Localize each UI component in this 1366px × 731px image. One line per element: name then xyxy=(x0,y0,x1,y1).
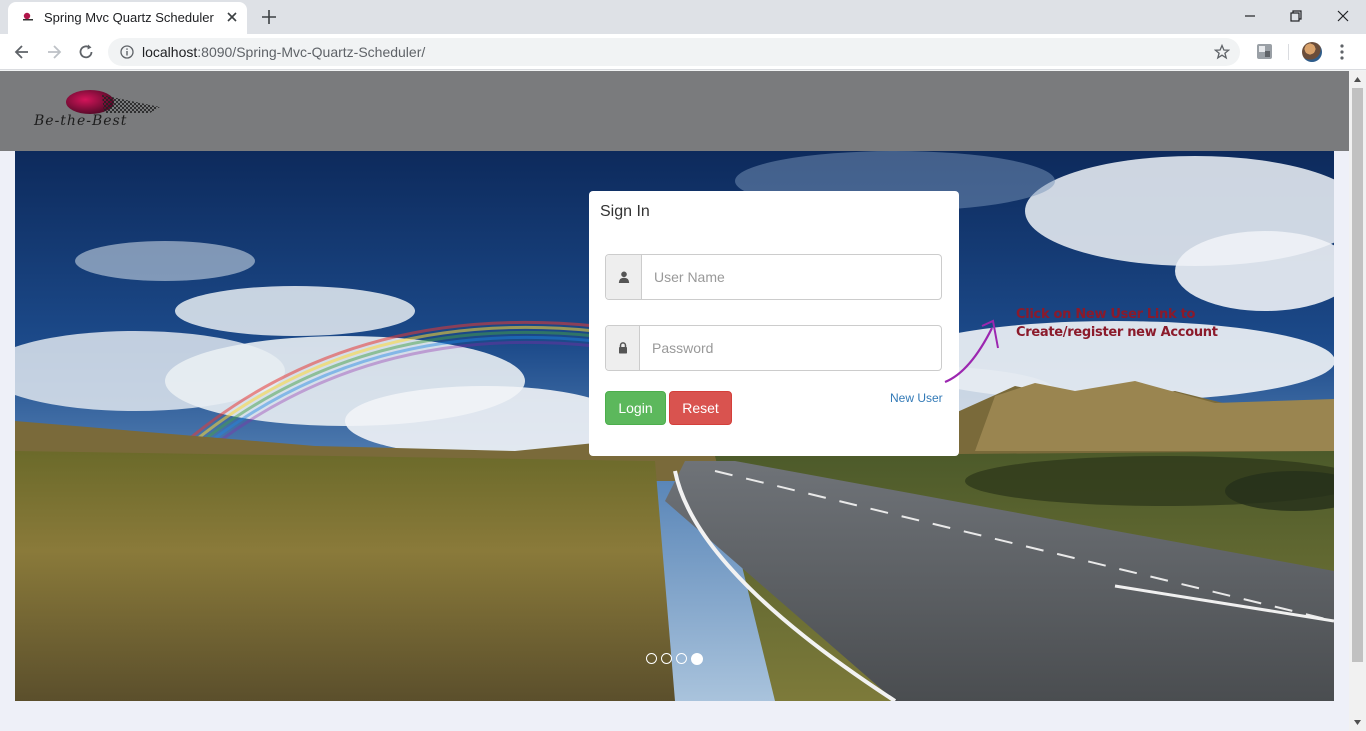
reset-button[interactable]: Reset xyxy=(669,391,732,425)
bookmark-star-icon[interactable] xyxy=(1214,44,1230,60)
user-icon xyxy=(618,271,629,283)
sign-in-panel: Sign In Login Reset New User xyxy=(589,191,959,456)
site-logo[interactable]: Be-the-Best xyxy=(32,89,192,129)
carousel-dot-4[interactable] xyxy=(691,653,703,665)
browser-tabstrip: Spring Mvc Quartz Scheduler xyxy=(0,0,1366,34)
lock-icon xyxy=(618,342,627,354)
close-window-icon[interactable] xyxy=(1333,6,1353,26)
site-header: Be-the-Best xyxy=(0,71,1349,151)
page-scrollbar[interactable] xyxy=(1349,71,1366,731)
browser-toolbar: localhost:8090/Spring-Mvc-Quartz-Schedul… xyxy=(0,34,1366,70)
carousel-dot-3[interactable] xyxy=(676,653,687,664)
carousel-indicators xyxy=(646,653,703,667)
new-user-link[interactable]: New User xyxy=(890,391,943,405)
extension-icon[interactable] xyxy=(1256,43,1273,60)
panel-title: Sign In xyxy=(600,203,650,220)
scroll-thumb[interactable] xyxy=(1352,88,1363,662)
scroll-up-icon[interactable] xyxy=(1353,75,1362,84)
new-tab-icon[interactable] xyxy=(260,8,278,26)
site-info-icon[interactable] xyxy=(120,45,134,59)
logo-text: Be-the-Best xyxy=(34,113,128,129)
browser-menu-icon[interactable] xyxy=(1334,42,1350,62)
minimize-icon[interactable] xyxy=(1240,6,1260,26)
user-addon xyxy=(606,255,642,299)
page-viewport: Be-the-Best Sign In User Name Login Rese… xyxy=(0,71,1349,731)
password-group xyxy=(605,325,942,371)
annotation-arrow-icon xyxy=(944,319,999,384)
login-button[interactable]: Login xyxy=(605,391,666,425)
address-bar[interactable]: localhost:8090/Spring-Mvc-Quartz-Schedul… xyxy=(108,38,1240,66)
browser-tab[interactable]: Spring Mvc Quartz Scheduler xyxy=(8,2,247,34)
help-annotation: Click on New User Link to Create/registe… xyxy=(1016,306,1218,342)
close-tab-icon[interactable] xyxy=(224,9,240,25)
tab-title: Spring Mvc Quartz Scheduler xyxy=(44,10,214,25)
carousel-dot-1[interactable] xyxy=(646,653,657,664)
password-input[interactable] xyxy=(640,326,941,370)
annotation-line-2: Create/register new Account xyxy=(1016,325,1218,340)
site-favicon-icon xyxy=(23,12,33,21)
password-addon xyxy=(606,326,640,370)
carousel-dot-2[interactable] xyxy=(661,653,672,664)
scroll-down-icon[interactable] xyxy=(1353,718,1362,727)
restore-icon[interactable] xyxy=(1286,6,1306,26)
reload-icon[interactable] xyxy=(76,42,96,62)
toolbar-separator xyxy=(1288,44,1289,60)
back-icon[interactable] xyxy=(12,42,32,62)
forward-icon[interactable] xyxy=(44,42,64,62)
profile-avatar[interactable] xyxy=(1302,42,1322,62)
username-group xyxy=(605,254,942,300)
username-input[interactable] xyxy=(642,255,941,299)
annotation-line-1: Click on New User Link to xyxy=(1016,307,1196,322)
url-text: localhost:8090/Spring-Mvc-Quartz-Schedul… xyxy=(142,44,426,60)
